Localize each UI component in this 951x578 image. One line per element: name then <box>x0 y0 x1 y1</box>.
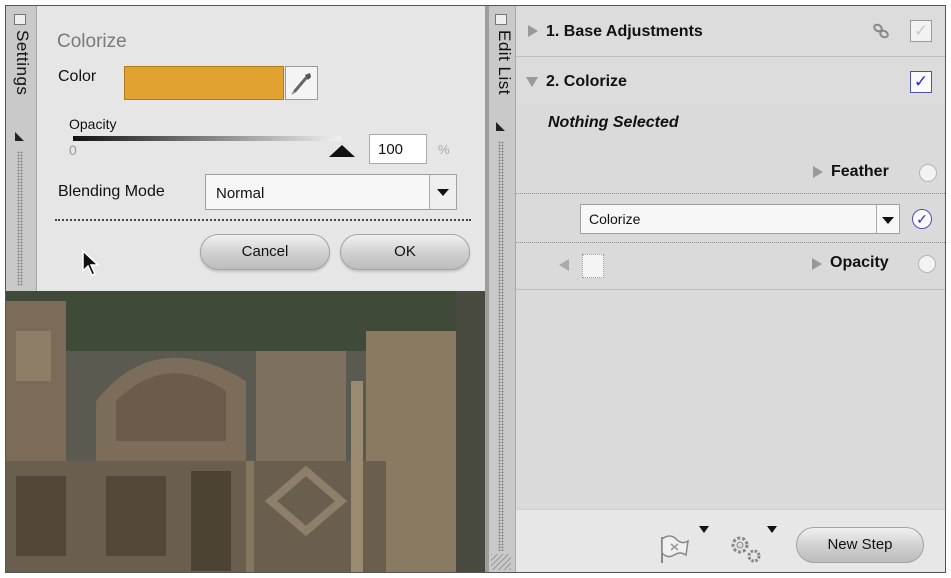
edit-list-panel: 1. Base Adjustments ✓ 2. Colorize ✓ Noth… <box>516 6 945 572</box>
opacity-radio[interactable] <box>918 255 936 273</box>
step-title: 2. Colorize <box>546 73 627 90</box>
layer-enable-checkbox[interactable]: ✓ <box>912 209 932 229</box>
mask-icon[interactable] <box>582 254 604 278</box>
corner-arrow-icon <box>15 132 24 141</box>
blending-mode-value: Normal <box>216 185 265 202</box>
feather-label: Feather <box>831 163 889 180</box>
layer-select[interactable]: Colorize <box>580 204 900 234</box>
opacity-unit: % <box>438 142 450 157</box>
step-row-base-adjustments[interactable]: 1. Base Adjustments ✓ <box>516 6 945 57</box>
collapse-triangle-icon[interactable] <box>526 77 538 87</box>
opacity-label: Opacity <box>69 116 117 132</box>
step-enable-checkbox[interactable]: ✓ <box>910 71 932 93</box>
new-step-button[interactable]: New Step <box>796 527 924 563</box>
drag-handle[interactable] <box>498 141 504 551</box>
opacity-min-label: 0 <box>69 142 77 158</box>
corner-arrow-icon <box>496 122 505 131</box>
drag-handle[interactable] <box>17 151 23 286</box>
collapse-box-icon[interactable] <box>14 14 26 25</box>
step-row-colorize[interactable]: 2. Colorize ✓ <box>516 57 945 105</box>
left-pane: Settings Colorize Color Opacity 0 100 % … <box>6 6 485 572</box>
photo-preview-image <box>6 291 485 572</box>
opacity-slider[interactable] <box>73 136 341 141</box>
resize-grip[interactable] <box>491 554 511 570</box>
color-label: Color <box>58 68 97 85</box>
selection-status: Nothing Selected <box>548 114 679 131</box>
flag-icon[interactable] <box>658 531 696 565</box>
opacity-slider-thumb[interactable] <box>329 145 355 157</box>
edit-list-toolbar: New Step <box>516 509 945 572</box>
expand-triangle-icon[interactable] <box>812 258 822 270</box>
color-swatch[interactable] <box>124 66 284 100</box>
opacity-label: Opacity <box>830 254 889 271</box>
settings-panel: Colorize Color Opacity 0 100 % Blending … <box>37 6 485 291</box>
opacity-value-field[interactable]: 100 <box>369 134 427 164</box>
step-enable-checkbox[interactable]: ✓ <box>910 20 932 42</box>
edit-list-tab-strip[interactable]: Edit List <box>489 6 516 572</box>
panel-title: Colorize <box>57 31 127 52</box>
cursor-icon <box>82 249 100 276</box>
collapse-box-icon[interactable] <box>495 14 507 25</box>
app-window: Settings Colorize Color Opacity 0 100 % … <box>5 5 946 573</box>
blending-mode-label: Blending Mode <box>58 183 165 200</box>
step-title: 1. Base Adjustments <box>546 23 703 40</box>
eyedropper-icon <box>291 73 311 95</box>
chevron-down-icon <box>437 189 449 196</box>
prev-arrow-icon[interactable] <box>559 259 569 271</box>
expand-triangle-icon[interactable] <box>813 166 823 178</box>
divider <box>516 289 945 290</box>
eyedropper-button[interactable] <box>285 66 318 100</box>
image-preview[interactable] <box>6 291 485 572</box>
divider <box>55 219 471 221</box>
dropdown-button[interactable] <box>429 175 456 209</box>
settings-tab-strip[interactable]: Settings <box>6 6 37 291</box>
layer-select-value: Colorize <box>589 211 641 227</box>
flag-menu-arrow-icon[interactable] <box>699 526 709 533</box>
blending-mode-select[interactable]: Normal <box>205 174 457 210</box>
edit-list-tab-label: Edit List <box>495 30 514 95</box>
right-pane: Edit List 1. Base Adjustments ✓ 2. Color… <box>489 6 945 572</box>
settings-tab-label: Settings <box>13 30 32 96</box>
gear-icon[interactable] <box>726 531 766 565</box>
expand-triangle-icon[interactable] <box>528 25 538 37</box>
cancel-button[interactable]: Cancel <box>200 234 330 270</box>
divider <box>516 193 945 194</box>
dropdown-button[interactable] <box>876 205 899 233</box>
feather-radio[interactable] <box>919 164 937 182</box>
link-icon <box>873 23 889 39</box>
ok-button[interactable]: OK <box>340 234 470 270</box>
divider <box>516 242 945 243</box>
chevron-down-icon <box>882 217 894 224</box>
feather-control[interactable]: Feather <box>811 160 941 184</box>
gear-menu-arrow-icon[interactable] <box>767 526 777 533</box>
